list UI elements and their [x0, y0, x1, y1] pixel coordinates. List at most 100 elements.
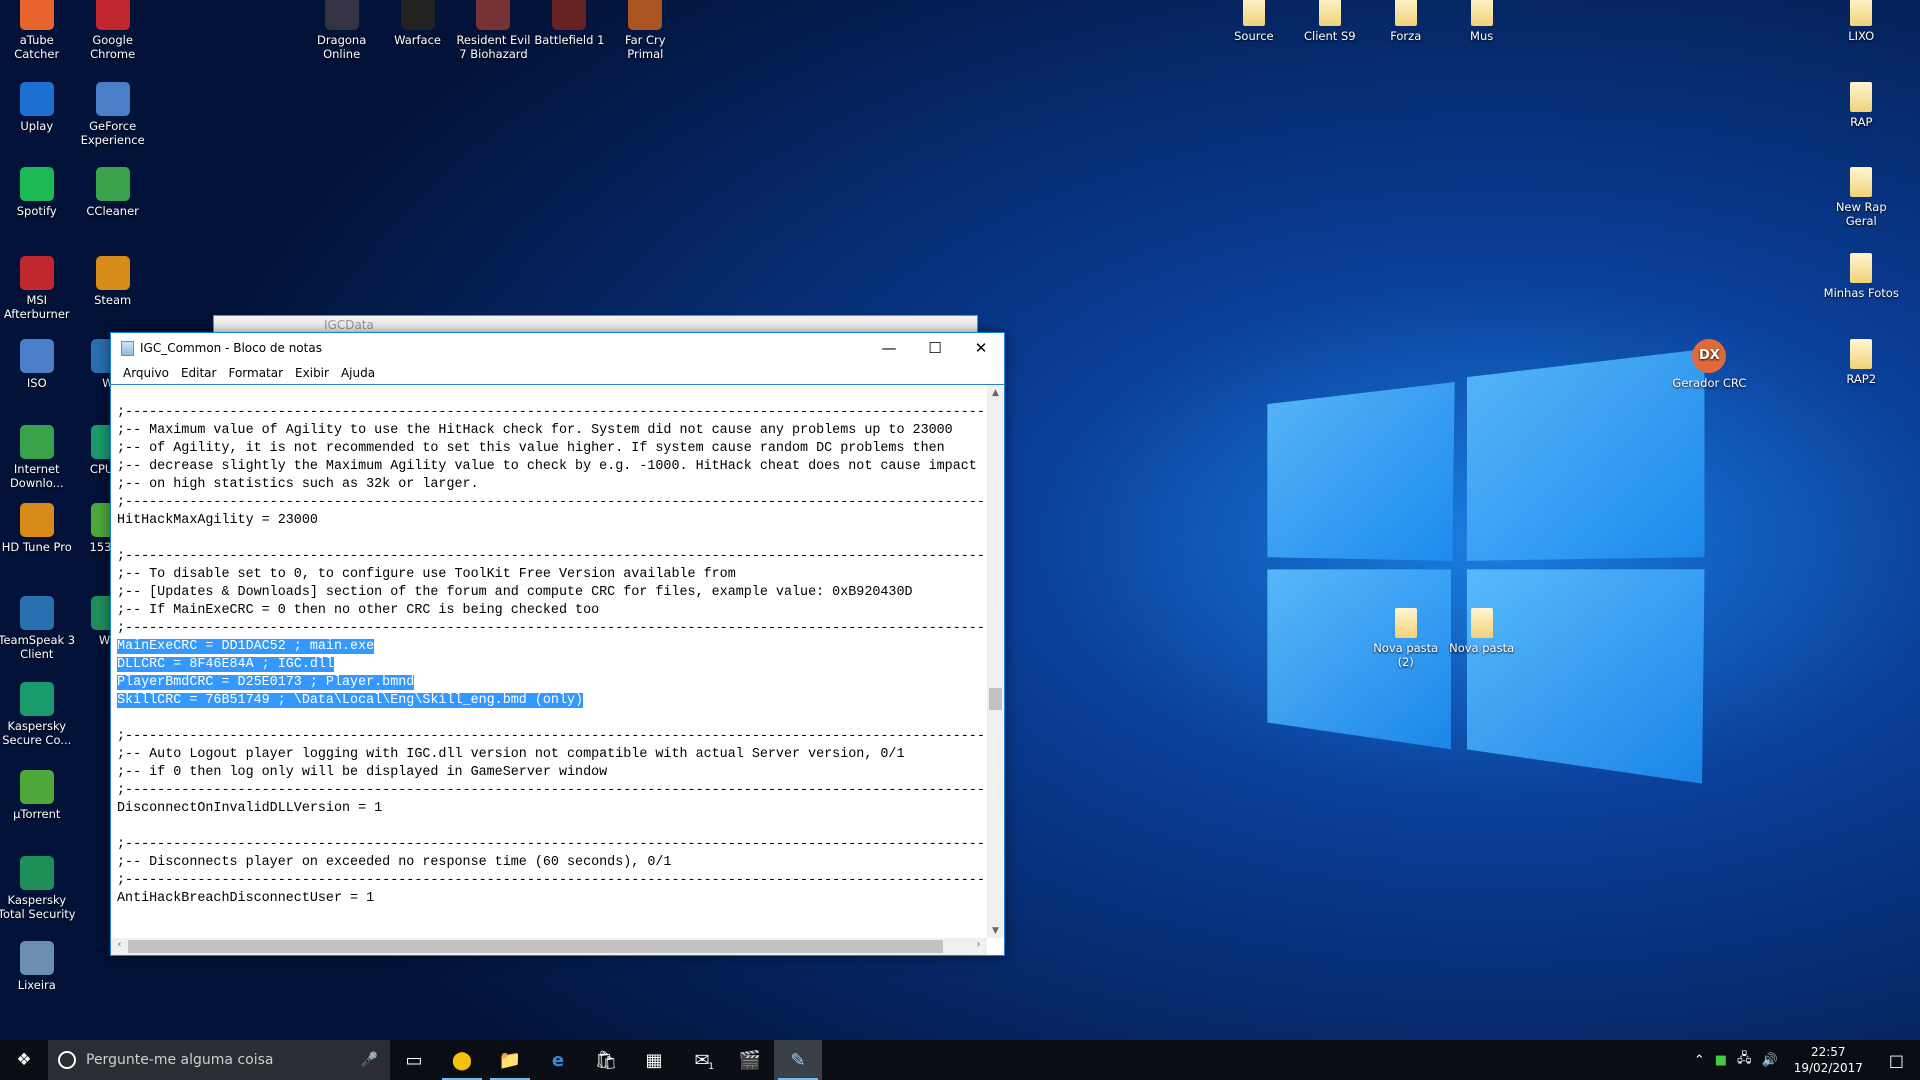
- taskbar-movies[interactable]: 🎬: [726, 1040, 774, 1080]
- desktop-icon-lixeira[interactable]: Lixeira: [0, 941, 77, 992]
- scroll-thumb[interactable]: [128, 940, 943, 953]
- icon-label: aTube Catcher: [14, 33, 60, 62]
- line-text: ;---------------------------------------…: [117, 837, 985, 852]
- icon-label: Gerador CRC: [1672, 375, 1747, 390]
- horizontal-scrollbar[interactable]: ‹ ›: [111, 938, 987, 955]
- app-tray-icon[interactable]: ■: [1715, 1053, 1727, 1068]
- desktop-icon-rap2[interactable]: RAP2: [1821, 338, 1901, 386]
- text-line: ;---------------------------------------…: [117, 494, 987, 512]
- desktop-icon-kaspersky-secure-co[interactable]: Kaspersky Secure Co...: [0, 681, 77, 747]
- start-button[interactable]: ❖: [0, 1040, 48, 1080]
- taskbar-calculator[interactable]: ▦: [630, 1040, 678, 1080]
- scroll-thumb[interactable]: [989, 688, 1002, 710]
- folder-icon: 📁: [498, 1049, 522, 1071]
- icon-label: RAP2: [1846, 371, 1877, 386]
- clock[interactable]: 22:57 19/02/2017: [1788, 1044, 1869, 1076]
- close-button[interactable]: ✕: [958, 333, 1004, 363]
- line-text: ;-- If MainExeCRC = 0 then no other CRC …: [117, 603, 600, 618]
- scroll-up-arrow-icon[interactable]: ▲: [987, 388, 1004, 398]
- text-line: [117, 818, 987, 836]
- desktop-icon-mus[interactable]: Mus: [1442, 0, 1522, 43]
- network-icon[interactable]: 🖧: [1737, 1049, 1752, 1071]
- microphone-icon[interactable]: 🎤: [361, 1052, 378, 1068]
- scroll-down-arrow-icon[interactable]: ▼: [987, 926, 1004, 936]
- line-text: ;-- [Updates & Downloads] section of the…: [117, 585, 913, 600]
- text-line: ;---------------------------------------…: [117, 782, 987, 800]
- search-box[interactable]: Pergunte-me alguma coisa 🎤: [48, 1040, 390, 1080]
- icon-label: Minhas Fotos: [1823, 286, 1899, 301]
- text-line: [117, 710, 987, 728]
- icon-label: Forza: [1390, 29, 1422, 44]
- desktop-icon-gerador-crc[interactable]: DX Gerador CRC: [1669, 338, 1749, 390]
- text-line: DLLCRC = 8F46E84A ; IGC.dll: [117, 656, 987, 674]
- icon-label: Internet Downlo...: [9, 461, 64, 490]
- desktop-icon-nova-pasta[interactable]: Nova pasta: [1442, 608, 1522, 655]
- desktop-icon-resident-evil-7-biohazard[interactable]: Resident Evil 7 Biohazard: [453, 0, 533, 61]
- icon-label: GeForce Experience: [80, 118, 145, 147]
- taskbar-edge[interactable]: e: [534, 1040, 582, 1080]
- minimize-button[interactable]: —: [866, 333, 912, 363]
- desktop-icon-minhas-fotos[interactable]: Minhas Fotos: [1821, 253, 1901, 300]
- text-editor[interactable]: ;---------------------------------------…: [111, 386, 987, 938]
- icon-label: Dragona Online: [316, 33, 367, 62]
- taskbar-mail[interactable]: ✉ 1: [678, 1040, 726, 1080]
- desktop-icon-atube-catcher[interactable]: aTube Catcher: [0, 0, 77, 61]
- taskbar-notepad[interactable]: ✎: [774, 1040, 822, 1080]
- desktop-icon-hd-tune-pro[interactable]: HD Tune Pro: [0, 502, 77, 554]
- menu-exibir[interactable]: Exibir: [289, 363, 335, 384]
- app-icon: [95, 0, 130, 31]
- folder-icon: [1470, 608, 1493, 639]
- desktop-icon-msi-afterburner[interactable]: MSI Afterburner: [0, 255, 77, 321]
- vertical-scrollbar[interactable]: ▲ ▼: [987, 386, 1004, 938]
- desktop-icon-source[interactable]: Source: [1214, 0, 1294, 43]
- taskbar-chrome[interactable]: ⬤: [438, 1040, 486, 1080]
- desktop-icon--torrent[interactable]: µTorrent: [0, 769, 77, 821]
- title-bar[interactable]: IGC_Common - Bloco de notas — ☐ ✕: [111, 333, 1004, 363]
- desktop-icon-lixo[interactable]: LIXO: [1821, 0, 1901, 43]
- desktop-icon-new-rap-geral[interactable]: New Rap Geral: [1821, 167, 1901, 228]
- volume-icon[interactable]: 🔊: [1762, 1053, 1778, 1068]
- menu-editar[interactable]: Editar: [175, 363, 223, 384]
- desktop-icon-teamspeak-3-client[interactable]: TeamSpeak 3 Client: [0, 596, 77, 661]
- desktop-icon-forza[interactable]: Forza: [1366, 0, 1446, 43]
- text-line: ;---------------------------------------…: [117, 728, 987, 746]
- desktop-icon-battlefield-1[interactable]: Battlefield 1: [529, 0, 609, 47]
- line-text: ;-- Maximum value of Agility to use the …: [117, 423, 953, 438]
- scroll-right-arrow-icon[interactable]: ›: [970, 939, 987, 950]
- desktop-icon-client-s9[interactable]: Client S9: [1290, 0, 1370, 43]
- desktop-icon-nova-pasta-2[interactable]: Nova pasta (2): [1366, 608, 1446, 669]
- date: 19/02/2017: [1793, 1061, 1863, 1075]
- desktop-icon-iso[interactable]: ISO: [0, 338, 77, 390]
- desktop-icon-steam[interactable]: Steam: [73, 255, 153, 307]
- line-text: ;---------------------------------------…: [117, 405, 985, 420]
- action-center-icon[interactable]: □: [1879, 1051, 1914, 1070]
- menu-formatar[interactable]: Formatar: [222, 363, 289, 384]
- desktop-icon-warface[interactable]: Warface: [378, 0, 458, 47]
- text-line: ;-- To disable set to 0, to configure us…: [117, 566, 987, 584]
- show-hidden-icons-chevron-icon[interactable]: ⌃: [1694, 1053, 1705, 1068]
- text-line: ;-- on high statistics such as 32k or la…: [117, 476, 987, 494]
- menu-ajuda[interactable]: Ajuda: [335, 363, 381, 384]
- icon-label: Nova pasta: [1449, 641, 1515, 656]
- taskbar-file-explorer[interactable]: 📁: [486, 1040, 534, 1080]
- taskbar-store[interactable]: 🛍: [582, 1040, 630, 1080]
- maximize-button[interactable]: ☐: [912, 333, 958, 363]
- desktop-icon-rap[interactable]: RAP: [1821, 81, 1901, 129]
- desktop-icon-far-cry-primal[interactable]: Far Cry Primal: [605, 0, 685, 61]
- desktop-icon-google-chrome[interactable]: Google Chrome: [73, 0, 153, 61]
- desktop-icon-dragona-online[interactable]: Dragona Online: [302, 0, 382, 61]
- text-line: ;-- decrease slightly the Maximum Agilit…: [117, 458, 987, 476]
- desktop-icon-ccleaner[interactable]: CCleaner: [73, 167, 153, 218]
- desktop-icon-kaspersky-total-security[interactable]: Kaspersky Total Security: [0, 855, 77, 921]
- selected-text: DLLCRC = 8F46E84A ; IGC.dll: [117, 657, 334, 672]
- desktop-icon-geforce-experience[interactable]: GeForce Experience: [73, 81, 153, 147]
- icon-label: Steam: [94, 292, 132, 307]
- scroll-left-arrow-icon[interactable]: ‹: [111, 939, 128, 950]
- task-view-button[interactable]: ▭: [390, 1040, 438, 1080]
- edge-icon: e: [551, 1049, 565, 1071]
- desktop-icon-internet-downlo[interactable]: Internet Downlo...: [0, 424, 77, 490]
- icon-label: Source: [1234, 29, 1274, 44]
- desktop-icon-spotify[interactable]: Spotify: [0, 167, 77, 218]
- desktop-icon-uplay[interactable]: Uplay: [0, 81, 77, 133]
- menu-arquivo[interactable]: Arquivo: [117, 363, 175, 384]
